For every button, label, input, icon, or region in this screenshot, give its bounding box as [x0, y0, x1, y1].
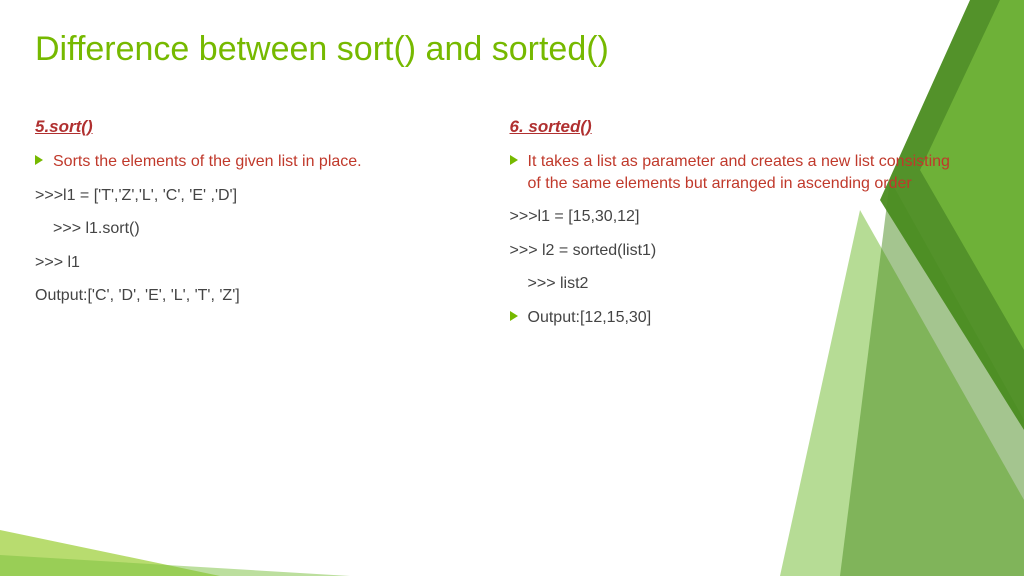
output-line: Output:['C', 'D', 'E', 'L', 'T', 'Z'] [35, 285, 490, 307]
right-desc: It takes a list as parameter and creates… [528, 151, 965, 194]
code-line: >>> list2 [510, 273, 965, 295]
right-column: 6. sorted() It takes a list as parameter… [510, 117, 965, 341]
output-line: Output:[12,15,30] [510, 307, 965, 329]
code-line: >>> l2 = sorted(list1) [510, 240, 965, 262]
slide-title: Difference between sort() and sorted() [35, 30, 964, 69]
right-code3: >>> list2 [510, 273, 965, 295]
bullet-icon [510, 155, 518, 165]
right-heading: 6. sorted() [510, 117, 965, 137]
left-code1: >>>l1 = ['T','Z','L', 'C', 'E' ,'D'] [35, 185, 490, 207]
left-heading: 5.sort() [35, 117, 490, 137]
right-output: Output:[12,15,30] [528, 307, 965, 329]
left-output: Output:['C', 'D', 'E', 'L', 'T', 'Z'] [35, 285, 490, 307]
bullet-icon [35, 155, 43, 165]
code-line: >>>l1 = ['T','Z','L', 'C', 'E' ,'D'] [35, 185, 490, 207]
code-line: >>>l1 = [15,30,12] [510, 206, 965, 228]
code-line: >>> l1 [35, 252, 490, 274]
code-line: >>> l1.sort() [35, 218, 490, 240]
content-columns: 5.sort() Sorts the elements of the given… [35, 117, 964, 341]
left-desc: Sorts the elements of the given list in … [53, 151, 490, 173]
left-desc-line: Sorts the elements of the given list in … [35, 151, 490, 173]
right-code1: >>>l1 = [15,30,12] [510, 206, 965, 228]
left-column: 5.sort() Sorts the elements of the given… [35, 117, 490, 341]
left-code2: >>> l1.sort() [35, 218, 490, 240]
right-desc-line: It takes a list as parameter and creates… [510, 151, 965, 194]
right-code2: >>> l2 = sorted(list1) [510, 240, 965, 262]
bullet-icon [510, 311, 518, 321]
left-code3: >>> l1 [35, 252, 490, 274]
